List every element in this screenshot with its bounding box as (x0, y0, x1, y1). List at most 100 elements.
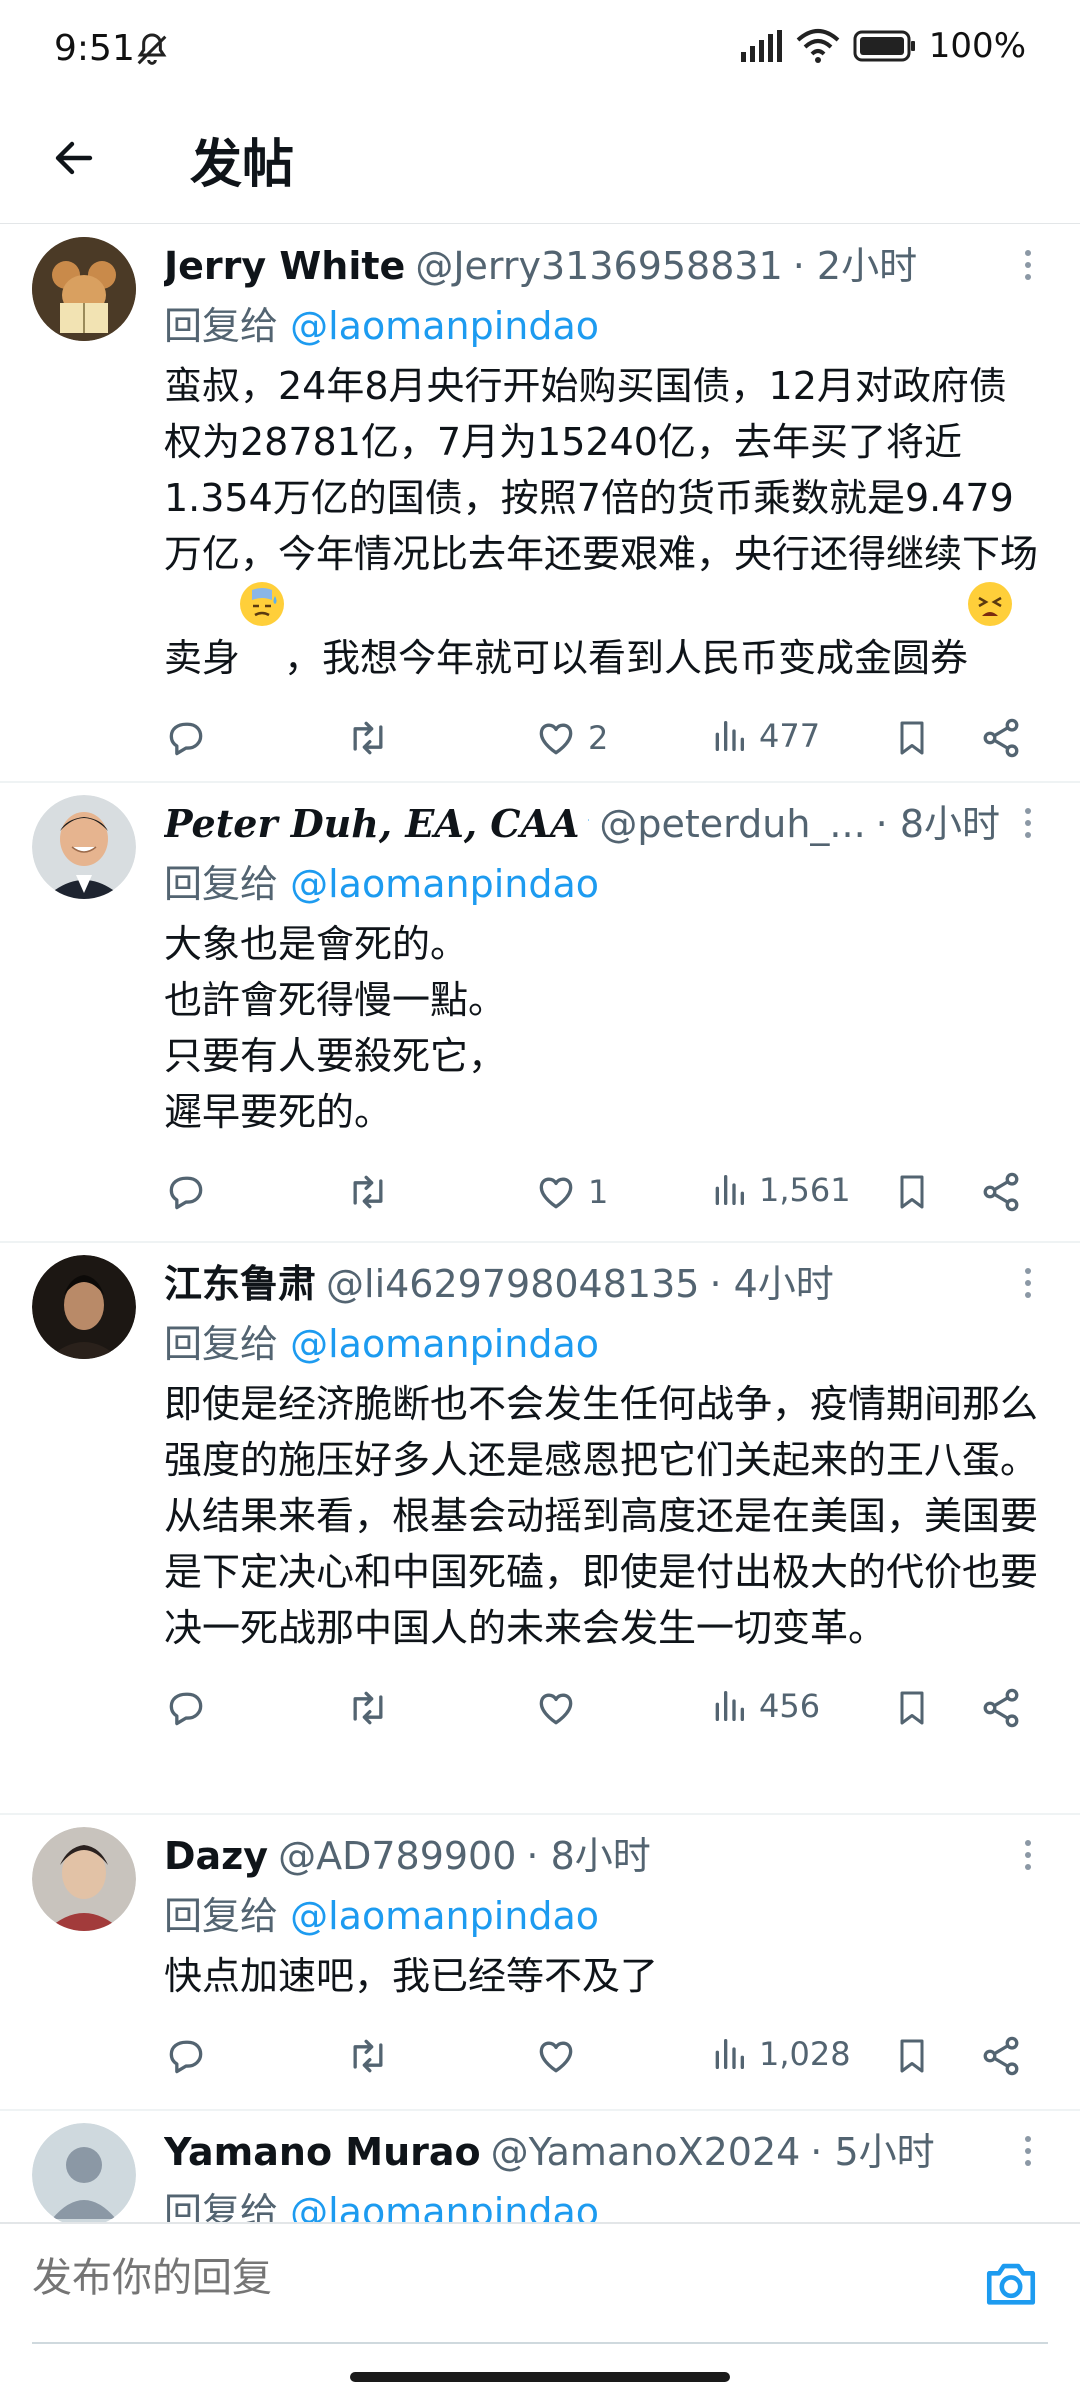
bookmark-button[interactable] (892, 1686, 932, 1730)
post-header: 江东鲁肃 @li4629798048135 · 4小时 (164, 1253, 1040, 1311)
author-handle[interactable]: @Jerry3136958831 (415, 244, 782, 288)
like-count: 2 (588, 719, 609, 757)
reply-button[interactable] (164, 1686, 208, 1730)
reply-post[interactable]: Yamano Murao @YamanoX2024 · 5小时 回复给 @lao… (0, 2111, 1080, 2225)
views-button[interactable]: 1,561 (709, 1170, 851, 1210)
author-name[interactable]: Dazy (164, 1834, 268, 1878)
heart-icon (539, 1693, 573, 1725)
post-time: · 8小时 (526, 1834, 651, 1878)
author-name[interactable]: Jerry White (164, 244, 405, 288)
reply-post[interactable]: Jerry White @Jerry3136958831 · 2小时 回复给 @… (0, 225, 1080, 783)
views-count: 1,561 (759, 1171, 851, 1209)
views-icon (715, 1691, 744, 1721)
like-button[interactable]: 1 (534, 1170, 608, 1214)
reply-post[interactable]: Dazy @AD789900 · 8小时 回复给 @laomanpindao 快… (0, 1815, 1080, 2111)
back-button[interactable] (44, 128, 104, 188)
share-icon (983, 718, 1019, 758)
repost-button[interactable] (344, 716, 392, 760)
repost-button[interactable] (344, 2034, 392, 2078)
bookmark-icon (900, 1175, 924, 1209)
post-actions: 1 1,561 (164, 1140, 1040, 1250)
share-button[interactable] (979, 716, 1023, 760)
reply-post[interactable]: Peter Duh, EA, CAA @peterduh_... · 8小时 回… (0, 783, 1080, 1243)
input-underline (32, 2342, 1048, 2344)
reply-to-mention[interactable]: @laomanpindao (290, 304, 599, 348)
author-name[interactable]: Peter Duh, EA, CAA (164, 801, 580, 846)
share-button[interactable] (979, 2034, 1023, 2078)
post-time: · 2小时 (792, 244, 918, 288)
author-handle[interactable]: @li4629798048135 (326, 1262, 699, 1306)
post-header: Jerry White @Jerry3136958831 · 2小时 (164, 235, 1040, 293)
reply-to-mention[interactable]: @laomanpindao (290, 1322, 599, 1366)
views-button[interactable]: 1,028 (709, 2034, 851, 2074)
reply-to-line: 回复给 @laomanpindao (164, 1885, 1040, 1940)
avatar[interactable] (32, 1827, 136, 1931)
author-name[interactable]: Yamano Murao (164, 2130, 481, 2174)
author-name[interactable]: 江东鲁肃 (164, 1253, 316, 1308)
reply-button[interactable] (164, 1170, 208, 1214)
reply-to-line: 回复给 @laomanpindao (164, 2181, 1040, 2225)
status-indicators: 100% (737, 26, 1026, 66)
battery-percent: 100% (928, 26, 1026, 66)
reply-input[interactable] (32, 2256, 932, 2301)
camera-icon[interactable] (982, 2254, 1040, 2312)
avatar[interactable] (32, 795, 136, 899)
share-button[interactable] (979, 1686, 1023, 1730)
post-time: · 5小时 (810, 2130, 935, 2174)
views-button[interactable]: 456 (709, 1686, 820, 1726)
post-text-part: 蛮叔，24年8月央行开始购买国债，12月对政府债权为28781亿，7月为1524… (164, 364, 1039, 680)
views-button[interactable]: 477 (709, 716, 820, 756)
reply-button[interactable] (164, 716, 208, 760)
repost-button[interactable] (344, 1170, 392, 1214)
reply-to-label: 回复给 (164, 304, 291, 348)
back-arrow-icon (55, 141, 93, 175)
like-button[interactable] (534, 1686, 578, 1730)
verified-badge-icon (587, 819, 590, 821)
avatar[interactable] (32, 237, 136, 341)
reply-to-label: 回复给 (164, 2190, 291, 2225)
avatar[interactable] (32, 1255, 136, 1359)
reply-to-mention[interactable]: @laomanpindao (290, 1894, 599, 1938)
tired-face-emoji-icon (968, 582, 1013, 626)
bookmark-button[interactable] (892, 2034, 932, 2078)
replies-feed[interactable]: Jerry White @Jerry3136958831 · 2小时 回复给 @… (0, 225, 1080, 2225)
reply-button[interactable] (164, 2034, 208, 2078)
share-button[interactable] (979, 1170, 1023, 1214)
author-handle[interactable]: @AD789900 (278, 1834, 516, 1878)
heart-icon (539, 2041, 573, 2073)
bookmark-button[interactable] (892, 1170, 932, 1214)
like-button[interactable]: 2 (534, 716, 608, 760)
reply-to-label: 回复给 (164, 1322, 291, 1366)
more-options-icon[interactable] (1016, 801, 1040, 845)
more-options-icon[interactable] (1016, 1833, 1040, 1877)
reply-to-mention[interactable]: @laomanpindao (290, 2190, 599, 2225)
author-handle[interactable]: @YamanoX2024 (491, 2130, 801, 2174)
more-options-icon[interactable] (1016, 2129, 1040, 2173)
post-actions: 2 477 (164, 686, 1040, 796)
reply-post[interactable]: 江东鲁肃 @li4629798048135 · 4小时 回复给 @laomanp… (0, 1243, 1080, 1815)
author-handle[interactable]: @peterduh_... (599, 802, 865, 846)
bookmark-button[interactable] (892, 716, 932, 760)
repost-icon (353, 721, 383, 755)
more-options-icon[interactable] (1016, 243, 1040, 287)
like-count: 1 (588, 1173, 609, 1211)
sweat-emoji-icon (240, 582, 285, 626)
reply-icon (169, 1692, 203, 1726)
share-icon (983, 1172, 1019, 1212)
signal-icon (740, 30, 782, 62)
heart-icon (539, 1177, 573, 1209)
home-indicator[interactable] (350, 2372, 730, 2382)
reply-to-mention[interactable]: @laomanpindao (290, 862, 599, 906)
post-time: · 4小时 (709, 1262, 834, 1306)
post-time: · 8小时 (875, 802, 1000, 846)
views-count: 477 (759, 717, 821, 755)
repost-button[interactable] (344, 1686, 392, 1730)
post-header: Yamano Murao @YamanoX2024 · 5小时 (164, 2121, 1040, 2179)
more-options-icon[interactable] (1016, 1261, 1040, 1305)
post-text: 蛮叔，24年8月央行开始购买国债，12月对政府债权为28781亿，7月为1524… (164, 358, 1040, 686)
avatar[interactable] (32, 2123, 136, 2225)
like-button[interactable] (534, 2034, 578, 2078)
bookmark-icon (900, 2039, 924, 2073)
repost-icon (353, 2039, 383, 2073)
repost-icon (353, 1175, 383, 1209)
